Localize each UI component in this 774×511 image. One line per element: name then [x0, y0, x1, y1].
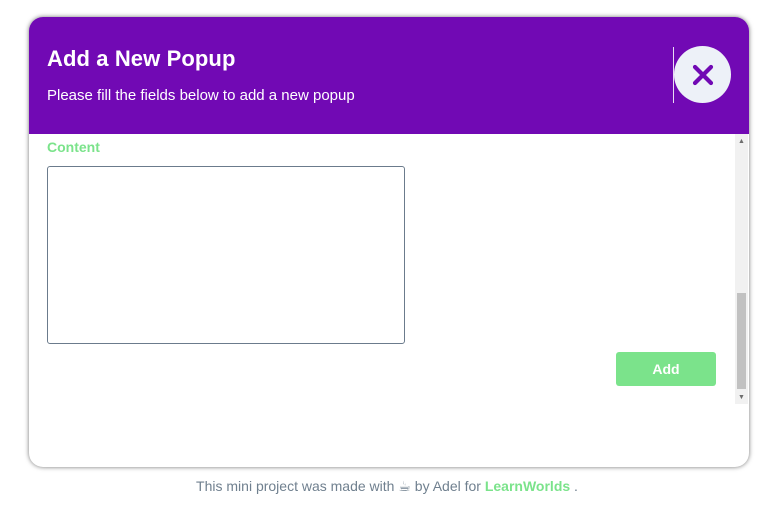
modal-title: Add a New Popup: [47, 46, 236, 71]
modal-subtitle: Please fill the fields below to add a ne…: [47, 87, 355, 104]
scroll-thumb[interactable]: [737, 293, 746, 389]
footer-text-after: .: [574, 478, 578, 494]
close-x-icon: [692, 64, 713, 85]
page-footer: This mini project was made with ☕ by Ade…: [0, 478, 774, 495]
scroll-up-arrow-icon[interactable]: ▲: [735, 134, 748, 148]
add-button[interactable]: Add: [616, 352, 716, 386]
add-popup-modal: Add a New Popup Please fill the fields b…: [29, 17, 749, 467]
footer-text-before: This mini project was made with: [196, 478, 395, 494]
content-textarea[interactable]: [47, 166, 405, 344]
close-button[interactable]: [674, 46, 731, 103]
modal-scrollbar[interactable]: ▲ ▼: [735, 134, 748, 404]
learnworlds-link[interactable]: LearnWorlds: [485, 478, 570, 494]
scroll-down-arrow-icon[interactable]: ▼: [735, 390, 748, 404]
modal-body: Content Add: [29, 134, 735, 404]
footer-text-middle: by Adel for: [414, 478, 481, 494]
coffee-icon: ☕: [398, 478, 411, 494]
content-label: Content: [47, 139, 100, 155]
modal-header: Add a New Popup Please fill the fields b…: [29, 17, 749, 134]
